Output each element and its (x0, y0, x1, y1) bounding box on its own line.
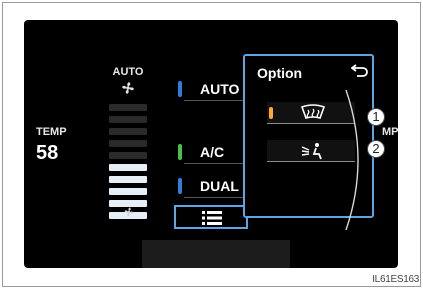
fan-level-bar (109, 188, 147, 195)
dual-button[interactable]: DUAL (174, 174, 248, 198)
auto-button[interactable]: AUTO (174, 77, 248, 101)
air-outlet-person-icon (301, 143, 322, 160)
fan-large-icon (122, 82, 134, 94)
climate-screen: AUTO TEMP 58 AUTO A/C DUAL Option MP (24, 20, 398, 268)
windshield-indicator (269, 107, 273, 119)
option-item-windshield[interactable] (267, 102, 355, 124)
auto-indicator (178, 81, 182, 97)
dual-indicator (178, 178, 182, 194)
option-title: Option (257, 65, 303, 81)
callout-1: 1 (367, 108, 385, 126)
fan-level-bar (109, 128, 147, 135)
windshield-defogger-icon (300, 104, 326, 119)
back-arrow-icon[interactable] (351, 63, 369, 77)
fan-level-bar (109, 116, 147, 123)
list-menu-icon (202, 211, 222, 225)
figure-code: IL61ES163 (372, 274, 419, 285)
ac-button-label: A/C (200, 144, 225, 160)
fan-level-bar (109, 176, 147, 183)
dual-button-label: DUAL (200, 178, 239, 194)
fan-level-bar (109, 140, 147, 147)
menu-list-button[interactable] (174, 205, 248, 229)
temp-value[interactable]: 58 (36, 142, 58, 165)
ac-button[interactable]: A/C (174, 140, 248, 164)
fan-level-bar (109, 164, 147, 171)
callout-2: 2 (367, 140, 385, 158)
fan-level-bar (109, 104, 147, 111)
right-edge-text: MP (382, 126, 398, 138)
bottom-bar (142, 240, 290, 268)
ac-indicator (178, 144, 182, 160)
option-item-air-outlet[interactable] (267, 140, 355, 162)
fan-auto-label: AUTO (112, 66, 144, 78)
temp-label: TEMP (36, 126, 67, 138)
fan-small-icon (124, 207, 134, 217)
fan-level-bar (109, 152, 147, 159)
auto-button-label: AUTO (200, 81, 240, 97)
